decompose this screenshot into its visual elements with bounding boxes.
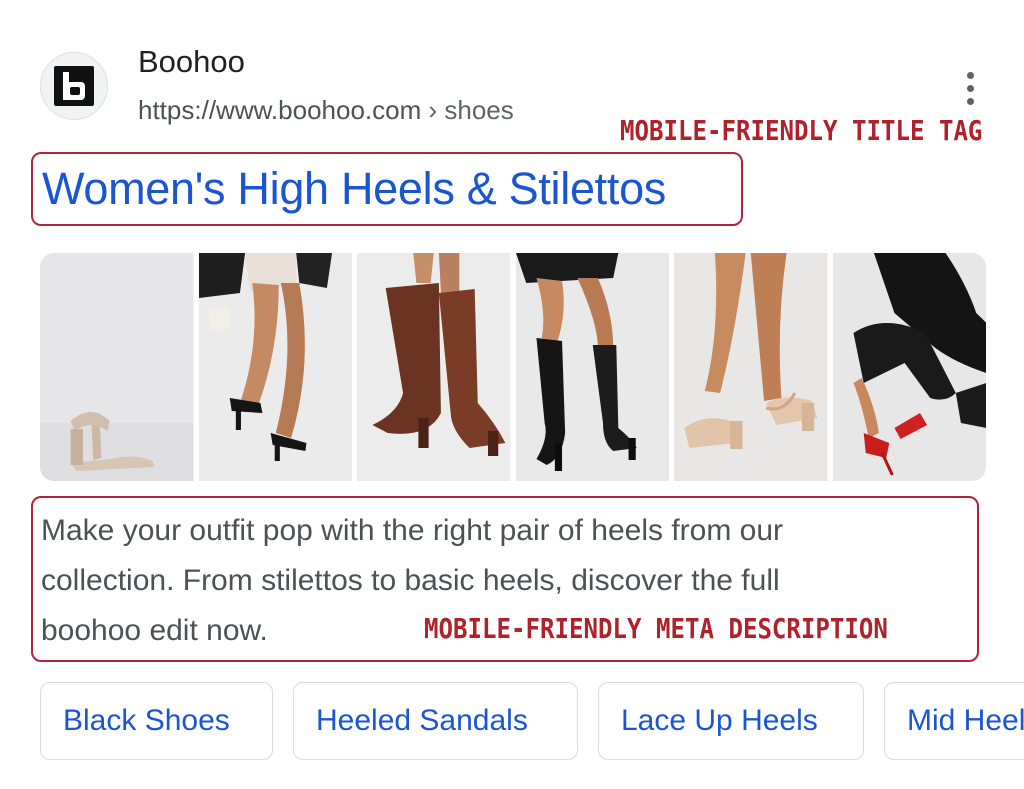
image-black-leather-knee-boots[interactable] <box>515 253 669 481</box>
image-carousel[interactable] <box>40 253 986 481</box>
image-brown-suede-knee-boots[interactable] <box>357 253 511 481</box>
annotation-meta-description: MOBILE-FRIENDLY META DESCRIPTION <box>424 612 888 645</box>
shoe-image-icon <box>40 253 194 481</box>
snippet-line: Make your outfit pop with the right pair… <box>41 514 784 547</box>
site-favicon[interactable] <box>40 52 108 120</box>
site-name[interactable]: Boohoo <box>138 44 245 80</box>
image-red-stiletto-heels[interactable] <box>832 253 986 481</box>
image-nude-block-heel-sandal[interactable] <box>40 253 194 481</box>
more-vertical-icon <box>966 71 974 79</box>
image-black-strappy-heel-sandals[interactable] <box>198 253 352 481</box>
chip-mid-heels[interactable]: Mid Heels <box>884 682 1024 760</box>
chip-heeled-sandals[interactable]: Heeled Sandals <box>293 682 578 760</box>
chip-black-shoes[interactable]: Black Shoes <box>40 682 273 760</box>
site-url[interactable]: https://www.boohoo.com › shoes <box>138 95 514 126</box>
annotation-title-tag: MOBILE-FRIENDLY TITLE TAG <box>620 114 983 147</box>
related-chips-row[interactable]: Black Shoes Heeled Sandals Lace Up Heels… <box>40 682 1024 760</box>
chip-lace-up-heels[interactable]: Lace Up Heels <box>598 682 864 760</box>
boohoo-logo-icon <box>54 66 94 106</box>
snippet-line: collection. From stilettos to basic heel… <box>41 564 780 597</box>
more-options-button[interactable] <box>955 66 985 110</box>
result-title-link[interactable]: Women's High Heels & Stilettos <box>42 163 666 215</box>
url-domain: https://www.boohoo.com <box>138 95 422 125</box>
url-breadcrumb: › shoes <box>428 95 514 125</box>
image-nude-block-heel-ankle-strap[interactable] <box>674 253 828 481</box>
